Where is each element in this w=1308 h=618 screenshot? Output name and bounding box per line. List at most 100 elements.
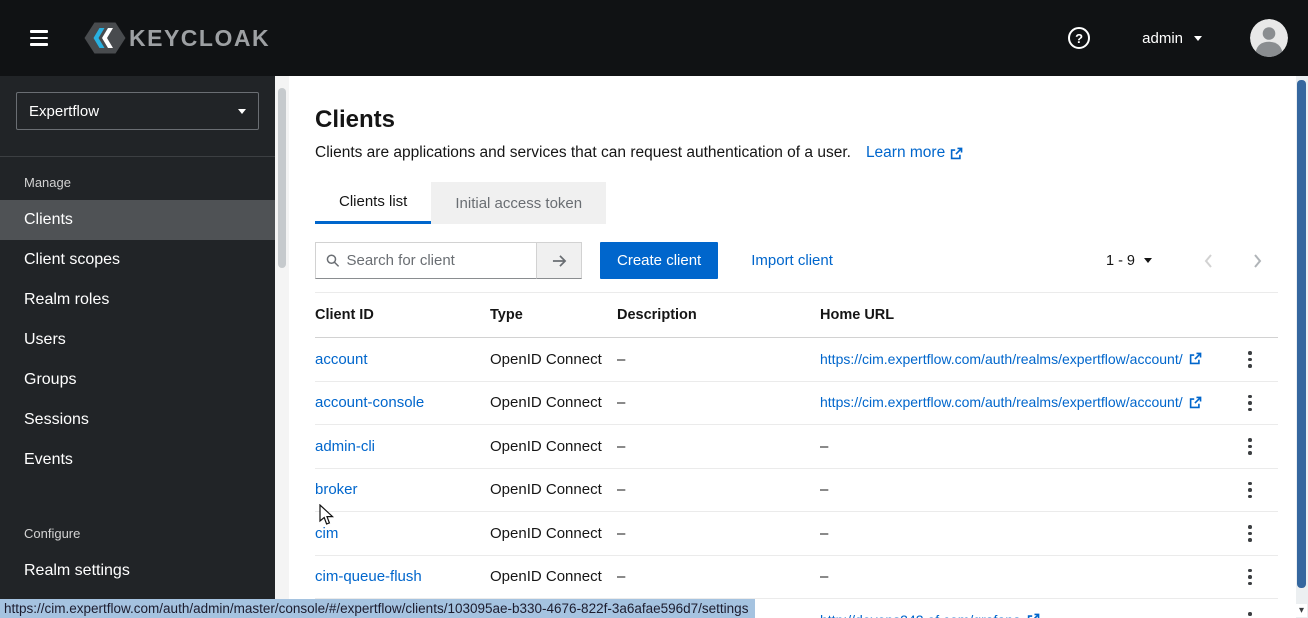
client-description: – (617, 555, 820, 599)
sidebar-scrollbar[interactable] (275, 76, 289, 618)
chevron-left-icon (1204, 253, 1212, 268)
keycloak-logo-icon (84, 22, 126, 54)
home-url-empty: – (820, 555, 1244, 599)
realm-name: Expertflow (29, 102, 100, 120)
column-header-client-id: Client ID (315, 293, 490, 338)
sidebar-item-client-scopes[interactable]: Client scopes (0, 240, 275, 280)
home-url-empty: – (820, 511, 1244, 556)
pagination-next-button[interactable] (1246, 249, 1270, 273)
search-icon (326, 254, 340, 267)
search-group (315, 242, 582, 279)
table-row: admin-cli OpenID Connect – – (315, 424, 1278, 469)
external-link-icon (951, 147, 963, 159)
row-actions-kebab-icon[interactable] (1244, 434, 1256, 459)
user-name: admin (1142, 29, 1183, 47)
sidebar-item-clients[interactable]: Clients (0, 200, 275, 240)
client-type: OpenID Connect (490, 424, 617, 469)
scrollbar-down-arrow-icon[interactable]: ▾ (1296, 604, 1307, 617)
client-id-link[interactable]: account-console (315, 394, 424, 411)
create-client-button[interactable]: Create client (600, 242, 719, 279)
page-scrollbar[interactable] (1296, 76, 1308, 618)
chevron-right-icon (1254, 253, 1262, 268)
status-url: https://cim.expertflow.com/auth/admin/ma… (0, 599, 756, 618)
row-actions-kebab-icon[interactable] (1244, 565, 1256, 590)
help-icon[interactable]: ? (1068, 27, 1091, 49)
row-actions-kebab-icon[interactable] (1244, 347, 1256, 372)
column-header-description: Description (617, 293, 820, 338)
table-header-row: Client ID Type Description Home URL (315, 293, 1278, 338)
row-actions-kebab-icon[interactable] (1244, 478, 1256, 503)
client-type: OpenID Connect (490, 555, 617, 599)
home-url-link[interactable]: https://cim.expertflow.com/auth/realms/e… (820, 351, 1202, 367)
page-title: Clients (315, 106, 396, 133)
app-header: KEYCLOAK ? admin (0, 0, 1308, 76)
pagination-range-label: 1 - 9 (1105, 252, 1135, 269)
pagination-prev-button[interactable] (1196, 249, 1220, 273)
client-id-link[interactable]: cim-queue-flush (315, 568, 422, 585)
tabs: Clients list Initial access token (315, 182, 1278, 224)
column-header-type: Type (490, 293, 617, 338)
learn-more-link[interactable]: Learn more (866, 144, 963, 162)
sidebar-item-sessions[interactable]: Sessions (0, 400, 275, 440)
external-link-icon (1189, 352, 1201, 365)
client-id-link[interactable]: cim (315, 525, 338, 542)
sidebar-nav: Expertflow Manage Clients Client scopes … (0, 76, 275, 618)
search-box (315, 242, 537, 279)
page-scrollbar-thumb[interactable] (1297, 80, 1306, 588)
avatar[interactable] (1250, 19, 1288, 57)
client-id-link[interactable]: broker (315, 481, 358, 498)
link-preview-statusbar: https://cim.expertflow.com/auth/admin/ma… (0, 599, 756, 618)
import-client-link[interactable]: Import client (751, 252, 833, 269)
row-actions-kebab-icon[interactable] (1244, 391, 1256, 416)
client-type: OpenID Connect (490, 337, 617, 382)
tab-initial-access-token[interactable]: Initial access token (431, 182, 607, 224)
client-type: OpenID Connect (490, 381, 617, 425)
sidebar-scrollbar-thumb[interactable] (278, 88, 286, 268)
nav-section-manage: Manage (24, 175, 71, 190)
home-url-empty: – (820, 468, 1244, 512)
header-right-cluster: ? admin (1068, 19, 1288, 57)
home-url-link[interactable]: http://devops242.ef.com/grafana (820, 612, 1040, 618)
realm-selector[interactable]: Expertflow (16, 92, 259, 130)
tab-clients-list[interactable]: Clients list (315, 182, 432, 224)
client-description: – (617, 381, 820, 425)
pagination-dropdown[interactable]: 1 - 9 (1106, 253, 1152, 269)
main-content: Clients Clients are applications and ser… (289, 76, 1296, 618)
row-actions-kebab-icon[interactable] (1244, 521, 1256, 546)
keycloak-logo[interactable]: KEYCLOAK (84, 22, 270, 54)
external-link-icon (1027, 613, 1040, 618)
home-url-link[interactable]: https://cim.expertflow.com/auth/realms/e… (820, 394, 1202, 410)
arrow-right-icon (552, 254, 566, 267)
sidebar-item-users[interactable]: Users (0, 320, 275, 360)
sidebar-item-realm-settings[interactable]: Realm settings (0, 551, 275, 591)
external-link-icon (1189, 396, 1201, 408)
client-description: – (617, 337, 820, 382)
column-header-actions (1244, 293, 1278, 338)
client-description: – (617, 424, 820, 469)
hamburger-menu-icon[interactable] (24, 24, 54, 52)
page-description: Clients are applications and services th… (315, 144, 851, 161)
clients-table: Client ID Type Description Home URL acco… (315, 293, 1278, 618)
client-description: – (617, 468, 820, 512)
client-type: OpenID Connect (490, 468, 617, 512)
home-url-empty: – (820, 424, 1244, 469)
nav-section-configure: Configure (24, 526, 81, 541)
search-input[interactable] (346, 252, 526, 269)
column-header-home-url: Home URL (820, 293, 1244, 338)
sidebar-item-groups[interactable]: Groups (0, 360, 275, 400)
table-row: account-console OpenID Connect – https:/… (315, 381, 1278, 425)
client-id-link[interactable]: account (315, 351, 368, 368)
sidebar-item-events[interactable]: Events (0, 440, 275, 480)
page-description-row: Clients are applications and services th… (315, 144, 1278, 162)
chevron-down-icon (1144, 258, 1152, 263)
brand-wordmark: KEYCLOAK (129, 24, 271, 51)
search-submit-button[interactable] (537, 242, 582, 279)
client-id-link[interactable]: admin-cli (315, 438, 375, 455)
chevron-down-icon (238, 108, 246, 114)
keycloak-admin-console: KEYCLOAK ? admin Expertflow Manage Clien… (0, 0, 1308, 618)
client-type: OpenID Connect (490, 511, 617, 556)
user-menu[interactable]: admin (1142, 30, 1202, 47)
row-actions-kebab-icon[interactable] (1244, 608, 1256, 618)
sidebar-item-realm-roles[interactable]: Realm roles (0, 280, 275, 320)
